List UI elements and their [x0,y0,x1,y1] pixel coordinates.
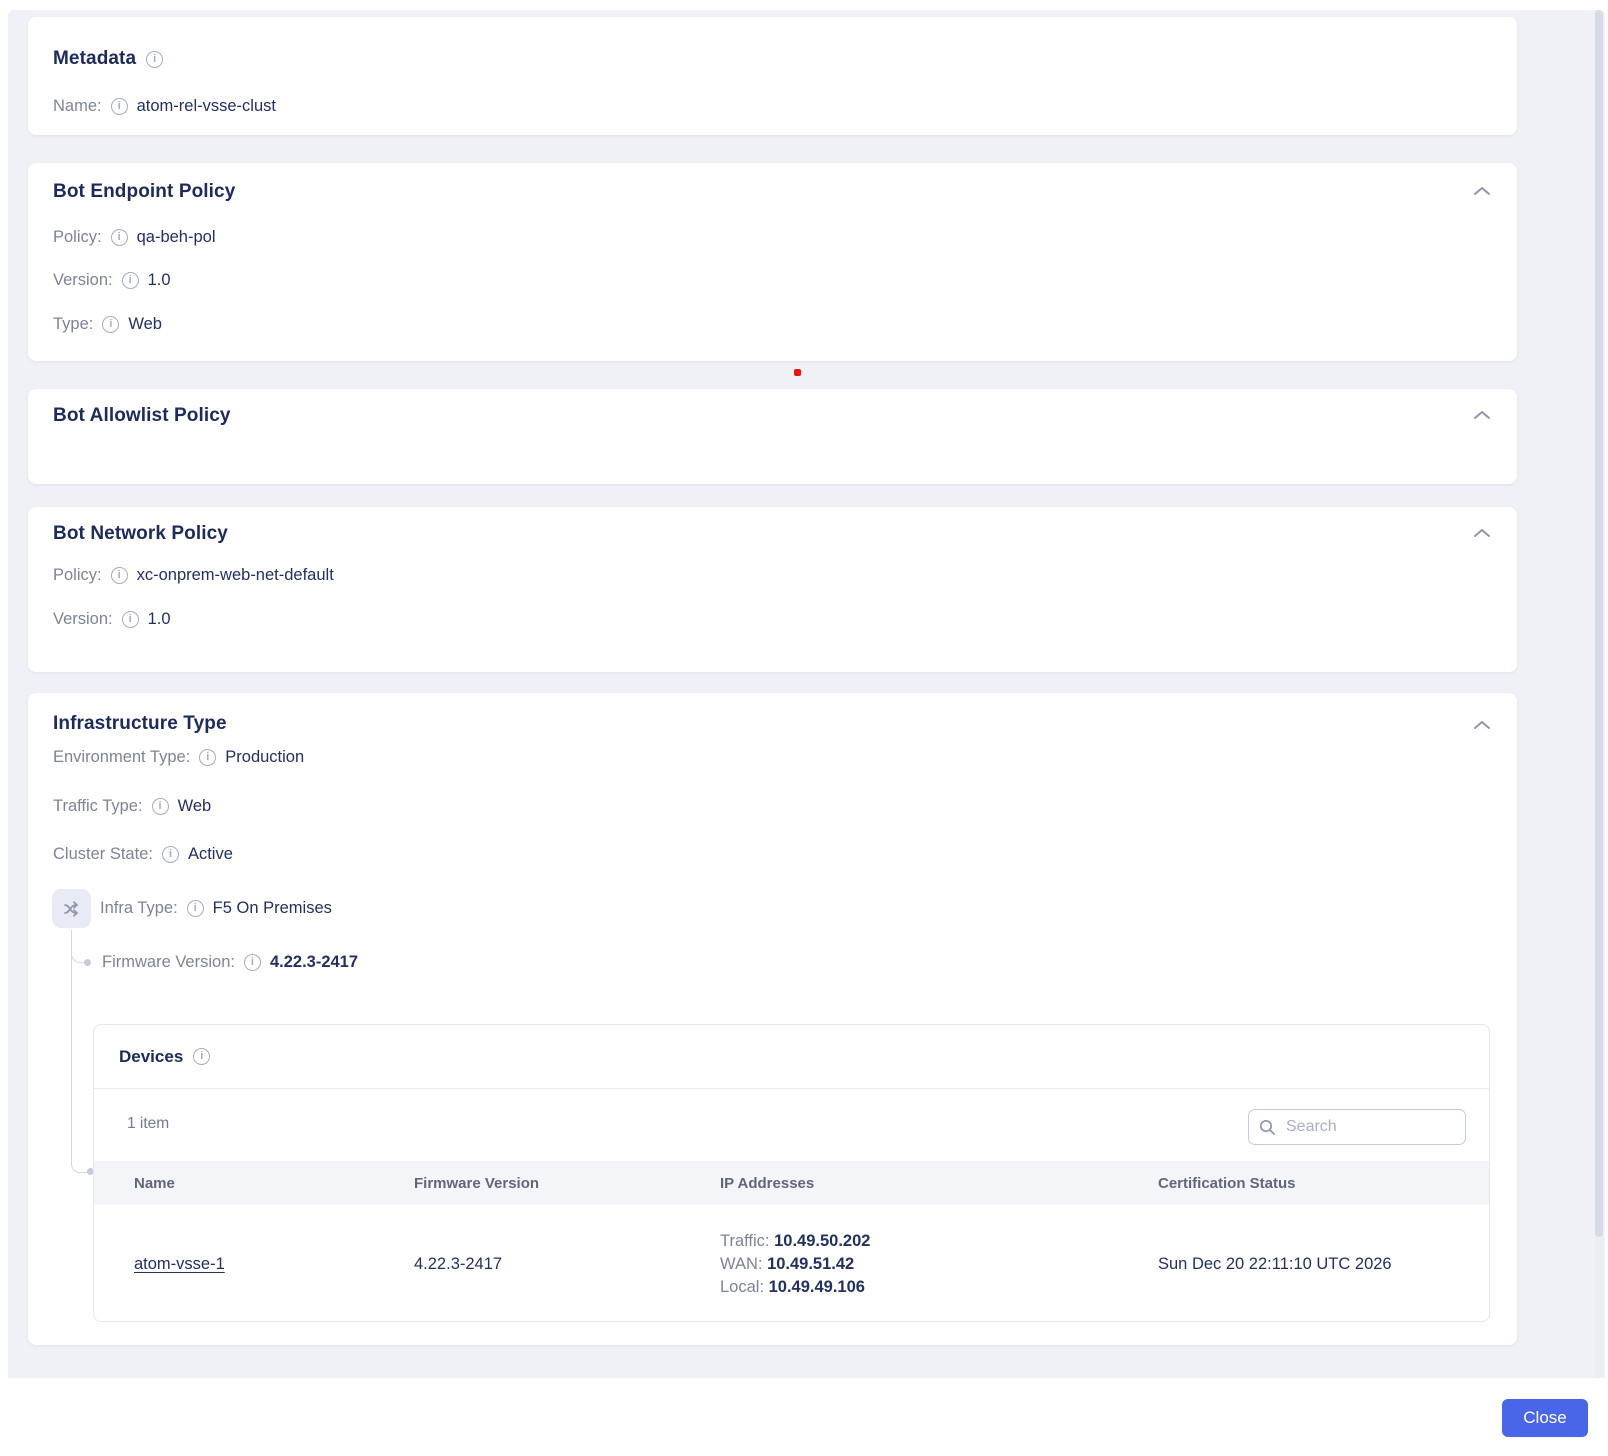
info-icon[interactable] [111,98,128,115]
tree-connector [71,930,88,1173]
devices-header: Devices [94,1025,1489,1089]
field-value: qa-beh-pol [137,228,216,247]
field-label: Version: [53,610,113,629]
devices-panel: Devices 1 item Name Firmware Version IP … [93,1024,1490,1322]
search-input[interactable] [1284,1117,1455,1137]
device-cert-cell: Sun Dec 20 22:11:10 UTC 2026 [1118,1255,1489,1274]
field-label: Infra Type: [100,899,178,918]
search-box[interactable] [1248,1109,1466,1145]
field-label: Policy: [53,228,102,247]
footer-bar [0,1378,1608,1456]
field-label: Type: [53,315,93,334]
scrollbar-thumb[interactable] [1595,10,1603,1237]
info-icon[interactable] [187,900,204,917]
field-value: 1.0 [148,610,171,629]
field-value: xc-onprem-web-net-default [137,566,334,585]
field-value: Production [225,748,304,767]
infrastructure-type-title: Infrastructure Type [53,713,227,735]
devices-table-header: Name Firmware Version IP Addresses Certi… [94,1161,1489,1205]
metadata-card: Metadata Name: atom-rel-vsse-clust [28,17,1517,135]
field-row: Name: atom-rel-vsse-clust [53,97,276,116]
field-label: Name: [53,97,102,116]
device-firmware-cell: 4.22.3-2417 [374,1255,680,1274]
info-icon[interactable] [102,316,119,333]
field-label: Policy: [53,566,102,585]
field-label: Environment Type: [53,748,190,767]
devices-title: Devices [119,1047,210,1067]
bot-allowlist-policy-card: Bot Allowlist Policy [28,389,1517,484]
info-icon[interactable] [111,567,128,584]
field-row: Version: 1.0 [53,271,171,290]
info-icon[interactable] [199,749,216,766]
infrastructure-type-card: Infrastructure Type Environment Type: Pr… [28,693,1517,1345]
info-icon[interactable] [162,846,179,863]
details-panel: Metadata Name: atom-rel-vsse-clust Bot E… [8,10,1605,1378]
column-header: Certification Status [1118,1175,1489,1192]
field-row: Type: Web [53,315,162,334]
info-icon[interactable] [152,798,169,815]
info-icon[interactable] [146,51,163,68]
firmware-version-row: Firmware Version: 4.22.3-2417 [102,953,358,972]
section-title-text: Bot Endpoint Policy [53,181,235,203]
field-label: Cluster State: [53,845,153,864]
infra-type-row: Infra Type: F5 On Premises [100,899,332,918]
device-name-link[interactable]: atom-vsse-1 [134,1255,225,1273]
close-button[interactable]: Close [1502,1399,1588,1437]
chevron-up-icon[interactable] [1473,185,1491,197]
ip-wan: WAN: 10.49.51.42 [720,1253,1118,1276]
field-row: Traffic Type: Web [53,797,211,816]
field-row: Environment Type: Production [53,748,304,767]
field-value: atom-rel-vsse-clust [137,97,276,116]
bot-allowlist-policy-title: Bot Allowlist Policy [53,405,231,427]
branch-icon-box[interactable] [52,889,91,928]
section-title-text: Bot Network Policy [53,523,228,545]
field-row: Policy: xc-onprem-web-net-default [53,566,334,585]
ip-traffic: Traffic: 10.49.50.202 [720,1230,1118,1253]
info-icon[interactable] [244,954,261,971]
field-value: F5 On Premises [213,899,332,918]
field-value: Web [178,797,212,816]
scrollbar-track[interactable] [1595,10,1603,1378]
field-row: Version: 1.0 [53,610,171,629]
column-header: IP Addresses [680,1175,1118,1192]
bot-endpoint-policy-card: Bot Endpoint Policy Policy: qa-beh-pol V… [28,163,1517,361]
ip-local: Local: 10.49.49.106 [720,1276,1118,1299]
field-row: Policy: qa-beh-pol [53,228,216,247]
table-row: atom-vsse-1 4.22.3-2417 Traffic: 10.49.5… [94,1205,1489,1322]
section-title-text: Metadata [53,48,136,70]
branch-icon [62,899,82,919]
section-title-text: Infrastructure Type [53,713,227,735]
metadata-title: Metadata [53,48,163,70]
field-row: Cluster State: Active [53,845,233,864]
field-label: Traffic Type: [53,797,143,816]
field-value: 4.22.3-2417 [270,953,358,972]
info-icon[interactable] [122,272,139,289]
bot-endpoint-policy-title: Bot Endpoint Policy [53,181,235,203]
device-ip-cell: Traffic: 10.49.50.202 WAN: 10.49.51.42 L… [680,1230,1118,1299]
info-icon[interactable] [122,611,139,628]
column-header: Name [94,1175,374,1192]
devices-title-text: Devices [119,1047,183,1067]
field-label: Version: [53,271,113,290]
info-icon[interactable] [111,229,128,246]
field-value: 1.0 [148,271,171,290]
chevron-up-icon[interactable] [1473,409,1491,421]
field-value: Active [188,845,233,864]
red-dot-marker [794,369,801,376]
search-icon [1259,1119,1276,1136]
column-header: Firmware Version [374,1175,680,1192]
tree-node-dot [84,959,91,966]
bot-network-policy-card: Bot Network Policy Policy: xc-onprem-web… [28,507,1517,672]
bot-network-policy-title: Bot Network Policy [53,523,228,545]
chevron-up-icon[interactable] [1473,719,1491,731]
field-label: Firmware Version: [102,953,235,972]
field-value: Web [128,315,162,334]
info-icon[interactable] [193,1048,210,1065]
section-title-text: Bot Allowlist Policy [53,405,231,427]
chevron-up-icon[interactable] [1473,527,1491,539]
item-count: 1 item [127,1115,169,1133]
